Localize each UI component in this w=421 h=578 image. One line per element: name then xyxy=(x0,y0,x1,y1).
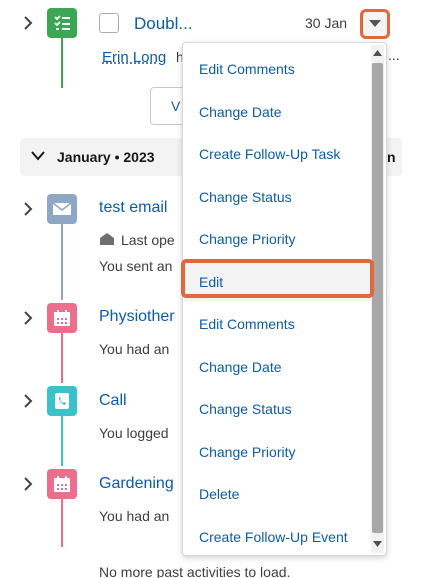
activity-summary: You sent an xyxy=(99,258,173,274)
activity-summary: You logged xyxy=(99,425,169,441)
scroll-down-arrow-icon[interactable] xyxy=(373,541,382,547)
menu-item-edit-comments[interactable]: Edit Comments xyxy=(183,50,371,88)
activity-title-link[interactable]: Gardening xyxy=(99,475,174,493)
phone-icon xyxy=(47,386,77,416)
task-title-link[interactable]: Doubl... xyxy=(134,14,193,34)
menu-item-change-priority[interactable]: Change Priority xyxy=(183,220,371,258)
expand-chevron-icon[interactable] xyxy=(20,310,36,326)
section-trailing-text: n xyxy=(387,149,396,165)
expand-chevron-icon[interactable] xyxy=(20,393,36,409)
activity-summary: You had an xyxy=(99,508,170,524)
menu-item-edit-comments[interactable]: Edit Comments xyxy=(183,305,371,343)
section-label: January • 2023 xyxy=(57,149,155,165)
calendar-icon xyxy=(47,469,77,499)
menu-scrollbar[interactable] xyxy=(371,45,384,553)
activity-detail: Last ope xyxy=(121,232,175,248)
timeline-line xyxy=(61,416,63,466)
email-opened-icon xyxy=(100,233,114,245)
timeline-line xyxy=(61,333,63,383)
actions-dropdown-menu: Edit Comments Change Date Create Follow-… xyxy=(182,42,387,556)
caret-down-icon xyxy=(369,20,381,27)
line-ellipsis: ... xyxy=(388,47,400,63)
expand-chevron-icon[interactable] xyxy=(20,476,36,492)
menu-item-change-status[interactable]: Change Status xyxy=(183,390,371,428)
activity-title-link[interactable]: Call xyxy=(99,392,127,410)
edit-highlight-outline xyxy=(181,259,374,298)
scroll-up-arrow-icon[interactable] xyxy=(373,50,382,56)
menu-item-change-date[interactable]: Change Date xyxy=(183,93,371,131)
expand-chevron-icon[interactable] xyxy=(20,15,36,31)
activity-summary: You had an xyxy=(99,341,170,357)
item-actions-dropdown-button[interactable] xyxy=(360,9,390,39)
view-more-label: V xyxy=(171,98,181,114)
calendar-icon xyxy=(47,303,77,333)
menu-item-create-follow-up-event[interactable]: Create Follow-Up Event xyxy=(183,518,371,555)
menu-item-change-priority[interactable]: Change Priority xyxy=(183,433,371,471)
menu-item-change-status[interactable]: Change Status xyxy=(183,178,371,216)
menu-item-create-follow-up-task[interactable]: Create Follow-Up Task xyxy=(183,135,371,173)
activity-title-link[interactable]: test email xyxy=(99,199,167,217)
envelope-icon xyxy=(47,194,77,224)
task-date: 30 Jan xyxy=(305,15,348,31)
timeline-line xyxy=(61,38,63,88)
expand-chevron-icon[interactable] xyxy=(20,201,36,217)
chevron-down-icon xyxy=(31,151,45,161)
assignee-link[interactable]: Erin Long xyxy=(102,49,166,66)
menu-item-change-date[interactable]: Change Date xyxy=(183,348,371,386)
activity-title-link[interactable]: Physiother xyxy=(99,308,175,326)
no-more-activities-text: No more past activities to load. xyxy=(99,564,291,578)
menu-item-delete[interactable]: Delete xyxy=(183,475,371,513)
task-checkbox[interactable] xyxy=(99,13,119,33)
task-icon xyxy=(47,8,77,38)
timeline-line xyxy=(61,224,63,300)
menu-scrollbar-thumb[interactable] xyxy=(372,63,383,533)
timeline-line xyxy=(61,499,63,547)
